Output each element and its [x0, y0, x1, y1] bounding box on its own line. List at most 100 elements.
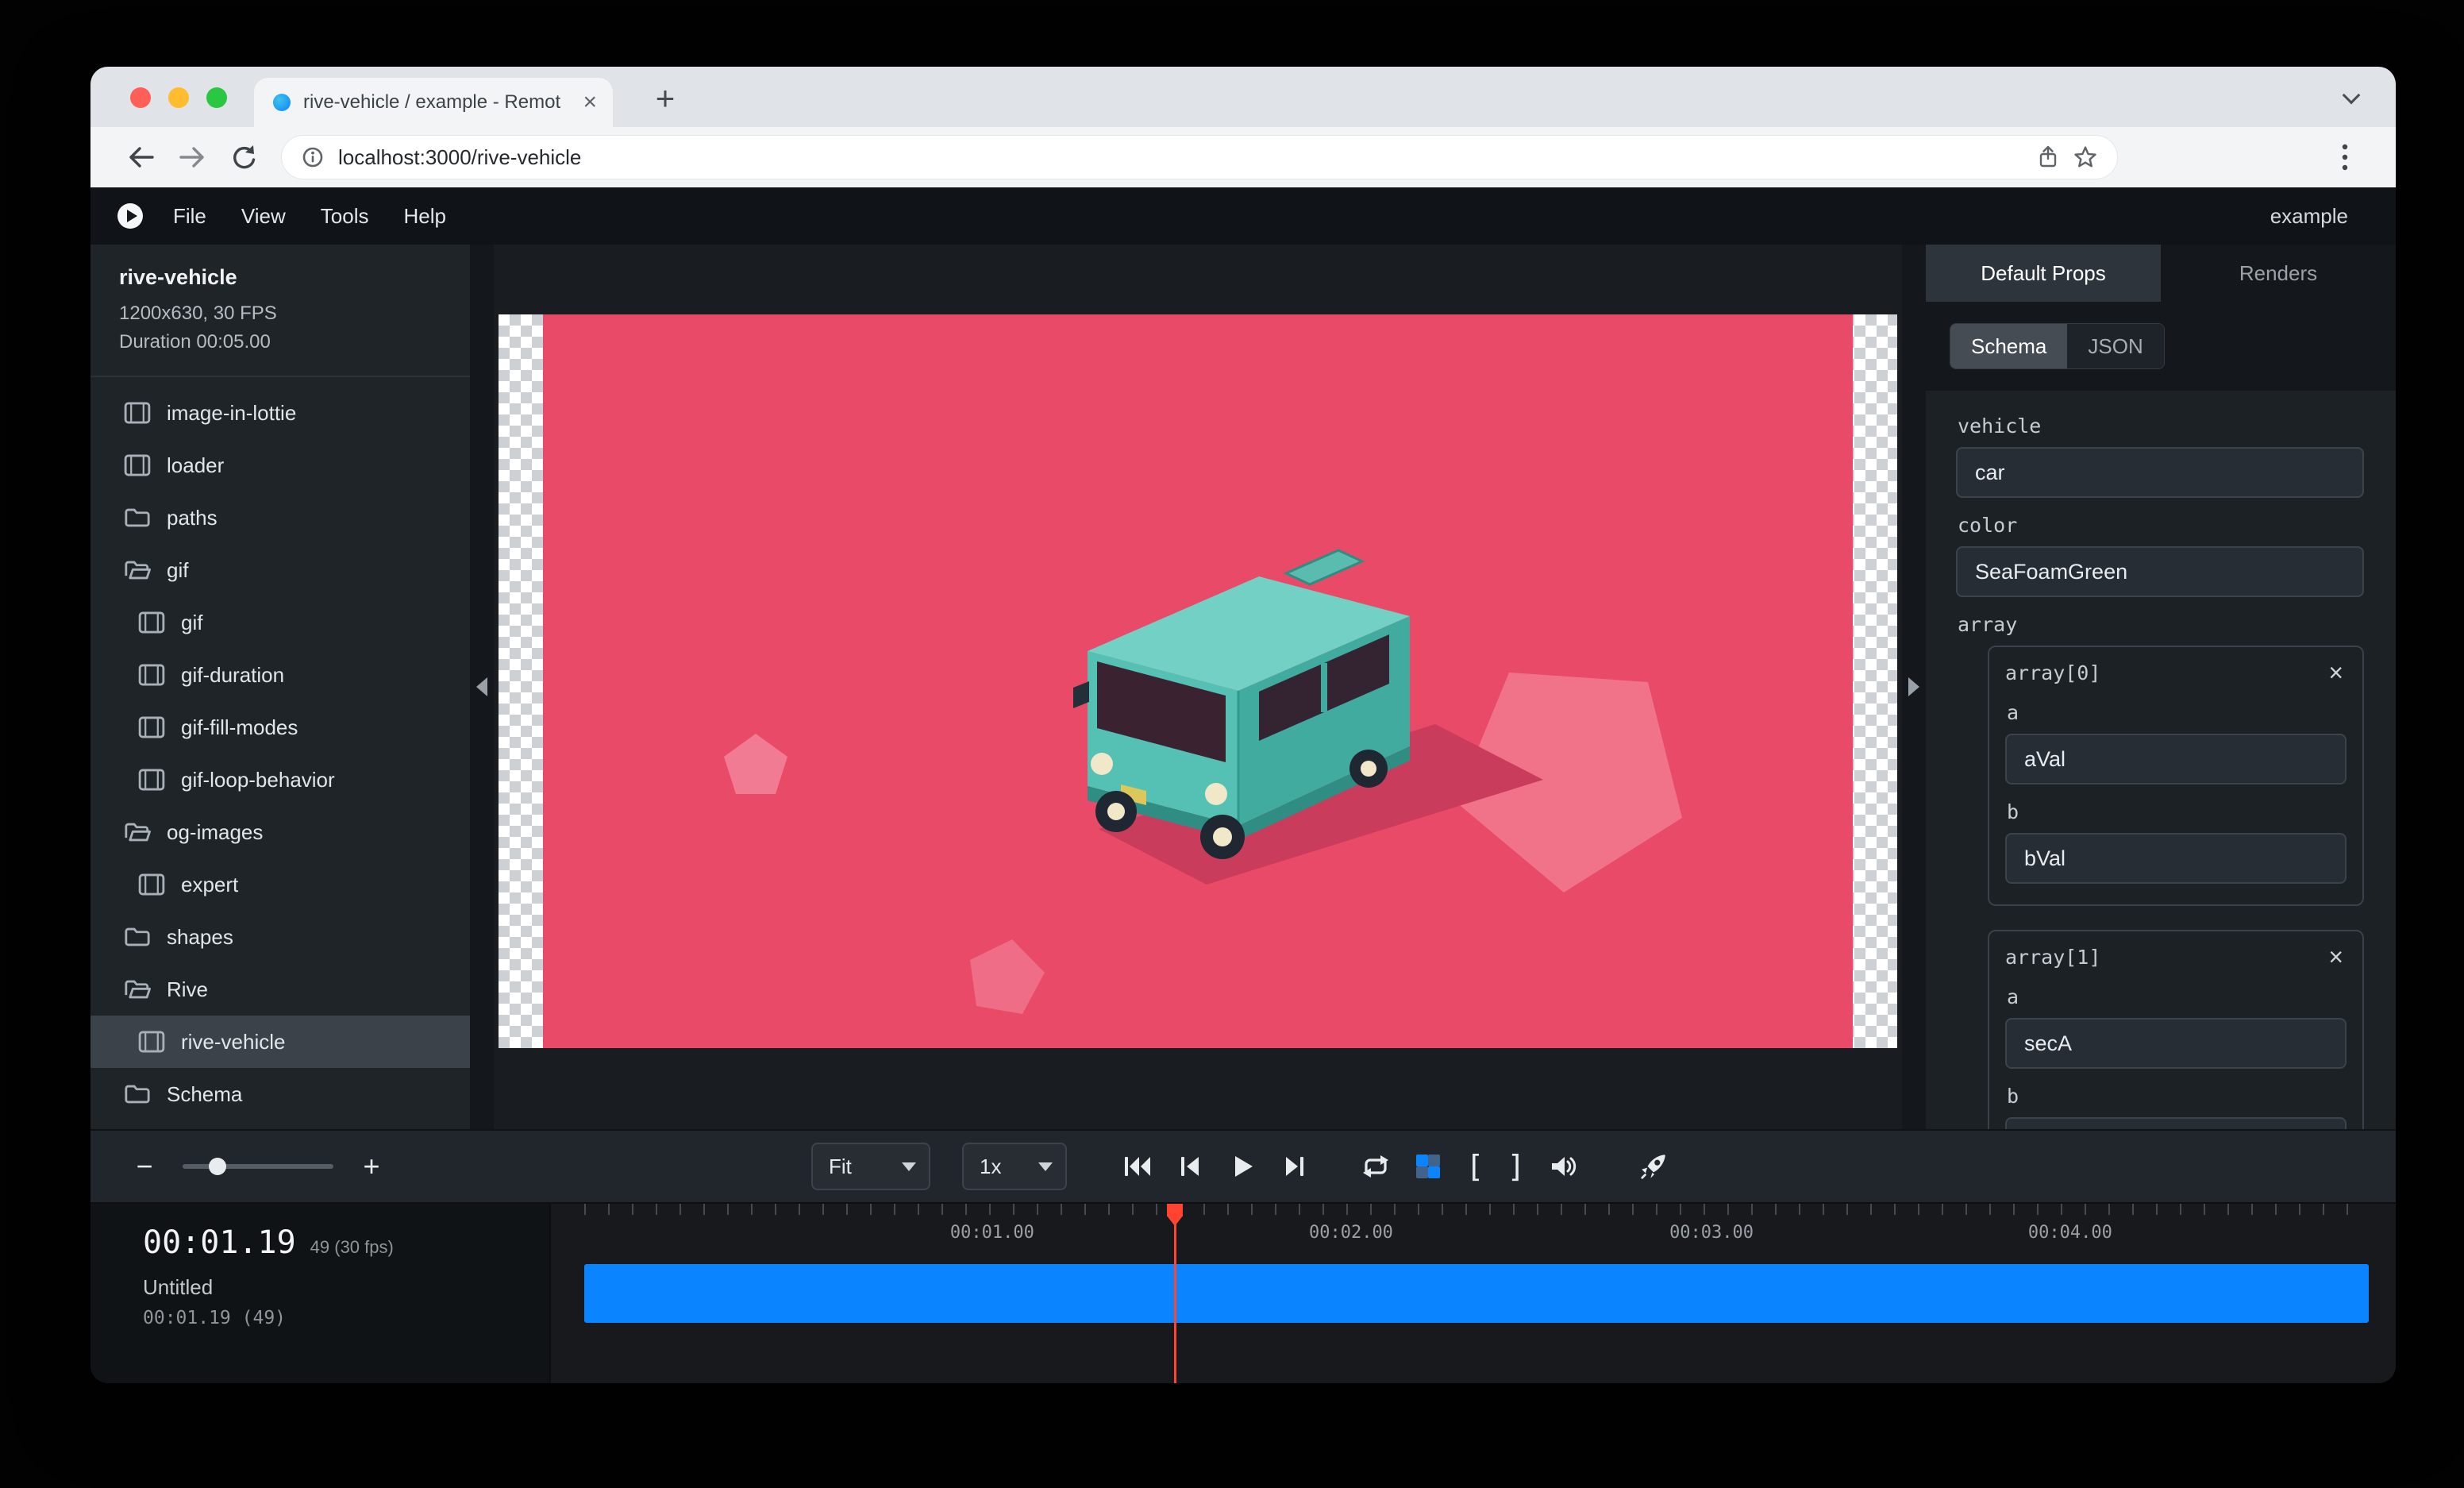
collapse-right-icon[interactable] — [1908, 677, 1919, 696]
composition-info: rive-vehicle 1200x630, 30 FPS Duration 0… — [90, 245, 470, 377]
previous-frame-button[interactable] — [1168, 1144, 1211, 1189]
sidebar-item-loader[interactable]: loader — [90, 439, 470, 492]
zoom-window-button[interactable] — [206, 87, 227, 108]
props-mode-row: Schema JSON — [1926, 302, 2396, 391]
playback-rate-value: 1x — [980, 1155, 1001, 1179]
share-icon[interactable] — [2037, 145, 2059, 169]
transport-controls: Fit 1x — [811, 1143, 1675, 1190]
prop-input-array1-a[interactable] — [2005, 1018, 2347, 1069]
timeline-track-bar[interactable] — [584, 1264, 2369, 1323]
menu-view[interactable]: View — [224, 204, 303, 229]
prop-input-color[interactable] — [1956, 546, 2364, 597]
props-collapse-gutter[interactable] — [1902, 245, 1926, 1129]
prop-label-color: color — [1958, 514, 2364, 537]
set-out-point-button[interactable]: ] — [1500, 1149, 1532, 1184]
sidebar-item-image-in-lottie[interactable]: image-in-lottie — [90, 387, 470, 439]
sidebar-item-label: og-images — [167, 820, 263, 845]
folder-open-icon — [124, 977, 151, 1001]
prop-input-vehicle[interactable] — [1956, 447, 2364, 498]
timeline-track-area[interactable]: 00:01.00 00:02.00 00:03.00 00:04.00 — [551, 1204, 2396, 1383]
folder-open-icon — [124, 820, 151, 844]
sidebar-item-gif-duration[interactable]: gif-duration — [90, 649, 470, 701]
sidebar-item-rive-vehicle[interactable]: rive-vehicle — [90, 1016, 470, 1068]
sidebar-item-shapes[interactable]: shapes — [90, 911, 470, 963]
tab-close-icon[interactable]: × — [583, 91, 597, 114]
tab-favicon-icon — [273, 94, 291, 111]
site-info-icon[interactable] — [302, 146, 324, 168]
zoom-slider[interactable] — [183, 1164, 333, 1169]
menu-file[interactable]: File — [156, 204, 224, 229]
composition-list: image-in-lottie loader paths gif — [90, 377, 470, 1120]
prop-input-array0-a[interactable] — [2005, 734, 2347, 784]
zoom-slider-knob[interactable] — [209, 1158, 226, 1175]
prop-input-array1-b[interactable] — [2005, 1117, 2347, 1129]
animation-frame — [543, 314, 1853, 1048]
sidebar-item-gif-folder[interactable]: gif — [90, 544, 470, 596]
sidebar-item-schema[interactable]: Schema — [90, 1068, 470, 1120]
ruler-ticks — [584, 1204, 2369, 1215]
collapse-left-icon[interactable] — [476, 677, 487, 696]
browser-addressbar: localhost:3000/rive-vehicle — [90, 127, 2396, 187]
tab-search-chevron-icon[interactable] — [2343, 87, 2361, 105]
screen: rive-vehicle / example - Remot × + — [0, 0, 2464, 1488]
url-text[interactable]: localhost:3000/rive-vehicle — [338, 145, 2023, 170]
prop-input-array0-b[interactable] — [2005, 833, 2347, 884]
prop-label-a: a — [2007, 701, 2347, 724]
browser-menu-button[interactable] — [2323, 135, 2367, 179]
rocket-icon — [1638, 1151, 1669, 1182]
back-button[interactable] — [119, 135, 164, 179]
sidebar-item-gif-loop-behavior[interactable]: gif-loop-behavior — [90, 754, 470, 806]
render-button[interactable] — [1632, 1144, 1675, 1189]
minimize-window-button[interactable] — [168, 87, 189, 108]
timeline-info-panel: 00:01.19 49 (30 fps) Untitled 00:01.19 (… — [90, 1204, 551, 1383]
sidebar-item-label: gif — [167, 558, 188, 583]
timeline-ruler[interactable]: 00:01.00 00:02.00 00:03.00 00:04.00 — [584, 1204, 2369, 1255]
mode-schema-button[interactable]: Schema — [1950, 324, 2067, 368]
menu-tools[interactable]: Tools — [303, 204, 387, 229]
array-item-title: array[1] — [2005, 946, 2100, 969]
new-tab-button[interactable]: + — [643, 76, 687, 121]
app-logo-icon[interactable] — [117, 203, 143, 229]
player-toolbar: − + Fit 1x — [90, 1129, 2396, 1202]
sidebar-item-paths[interactable]: paths — [90, 492, 470, 544]
transparency-toggle-button[interactable] — [1407, 1144, 1450, 1189]
menu-help[interactable]: Help — [387, 204, 464, 229]
playhead-line — [1174, 1212, 1176, 1383]
jump-to-start-button[interactable] — [1116, 1144, 1159, 1189]
mode-json-button[interactable]: JSON — [2067, 324, 2163, 368]
tab-renders[interactable]: Renders — [2161, 245, 2396, 302]
sidebar-item-gif[interactable]: gif — [90, 596, 470, 649]
props-panel: Default Props Renders Schema JSON vehicl… — [1926, 245, 2396, 1129]
playback-rate-select[interactable]: 1x — [962, 1143, 1067, 1190]
play-button[interactable] — [1221, 1144, 1264, 1189]
remove-array-item-icon[interactable]: × — [2325, 944, 2347, 970]
forward-icon — [178, 145, 206, 170]
sidebar-item-rive-folder[interactable]: Rive — [90, 963, 470, 1016]
compositions-sidebar: rive-vehicle 1200x630, 30 FPS Duration 0… — [90, 245, 470, 1129]
traffic-lights — [130, 87, 227, 108]
fit-select[interactable]: Fit — [811, 1143, 930, 1190]
tab-default-props[interactable]: Default Props — [1926, 245, 2161, 302]
browser-tab[interactable]: rive-vehicle / example - Remot × — [254, 78, 613, 127]
reload-button[interactable] — [221, 135, 265, 179]
sidebar-collapse-gutter[interactable] — [470, 245, 494, 1129]
mute-button[interactable] — [1542, 1144, 1584, 1189]
remove-array-item-icon[interactable]: × — [2325, 660, 2347, 685]
composition-title: rive-vehicle — [119, 265, 448, 290]
zoom-in-button[interactable]: + — [354, 1144, 389, 1189]
bookmark-star-icon[interactable] — [2073, 145, 2097, 169]
close-window-button[interactable] — [130, 87, 151, 108]
prop-label-a: a — [2007, 985, 2347, 1008]
current-frame-info: 49 (30 fps) — [310, 1237, 394, 1258]
film-icon — [138, 873, 165, 896]
zoom-out-button[interactable]: − — [127, 1144, 162, 1189]
sidebar-item-og-images[interactable]: og-images — [90, 806, 470, 858]
ruler-label: 00:03.00 — [1669, 1223, 1754, 1243]
forward-button[interactable] — [170, 135, 214, 179]
loop-toggle-button[interactable] — [1354, 1144, 1397, 1189]
url-bar[interactable]: localhost:3000/rive-vehicle — [281, 135, 2118, 179]
sidebar-item-gif-fill-modes[interactable]: gif-fill-modes — [90, 701, 470, 754]
sidebar-item-expert[interactable]: expert — [90, 858, 470, 911]
next-frame-button[interactable] — [1273, 1144, 1316, 1189]
set-in-point-button[interactable]: [ — [1459, 1149, 1491, 1184]
